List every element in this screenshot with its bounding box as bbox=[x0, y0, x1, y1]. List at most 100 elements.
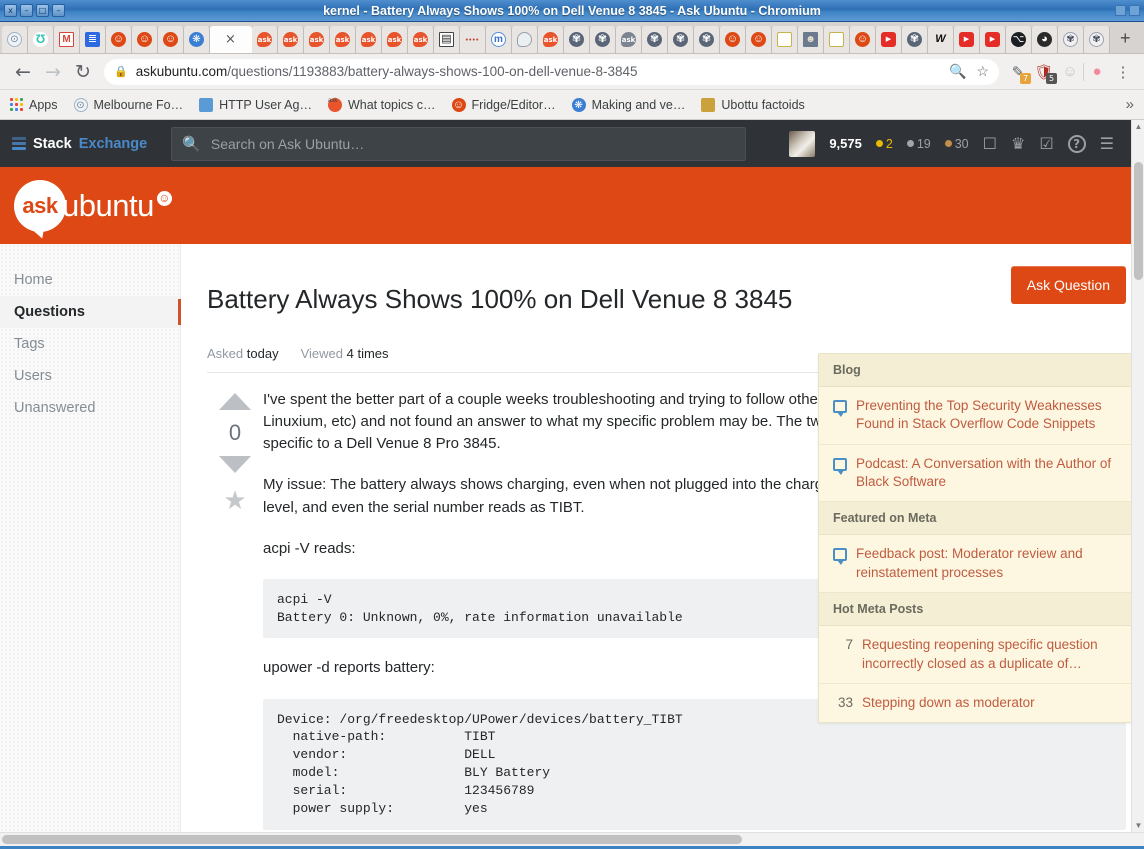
favorite-star-icon[interactable]: ★ bbox=[207, 487, 263, 513]
window-close-button[interactable]: x bbox=[4, 4, 17, 17]
site-switcher-icon[interactable]: ☰ bbox=[1100, 134, 1114, 153]
bulletin-featured-item-1[interactable]: Feedback post: Moderator review and rein… bbox=[819, 535, 1143, 594]
back-button[interactable]: ← bbox=[8, 61, 38, 83]
window-shade-button[interactable]: – bbox=[52, 4, 65, 17]
tab-gear-1[interactable] bbox=[564, 26, 590, 53]
tab-launchpad-2[interactable]: lp bbox=[824, 26, 850, 53]
scroll-down-arrow-icon[interactable]: ▼ bbox=[1132, 819, 1144, 832]
window-maximize-button[interactable]: □ bbox=[36, 4, 49, 17]
page-title[interactable]: Battery Always Shows 100% on Dell Venue … bbox=[207, 283, 1011, 316]
extension-highlighter-button[interactable]: ✎ 7 bbox=[1005, 63, 1031, 84]
tab-youtube-2[interactable] bbox=[954, 26, 980, 53]
downvote-arrow-icon[interactable] bbox=[219, 456, 251, 474]
tab-ask-5[interactable]: ask bbox=[356, 26, 382, 53]
sidebar-item-home[interactable]: Home bbox=[0, 264, 180, 296]
bulletin-hot-item-2[interactable]: 33 Stepping down as moderator bbox=[819, 684, 1143, 722]
star-icon[interactable]: ☆ bbox=[976, 63, 989, 80]
extension-ublock-origin-button[interactable]: 🛡 5 bbox=[1031, 63, 1057, 84]
profile-avatar-icon[interactable]: ● bbox=[1084, 63, 1110, 80]
sidebar-item-tags[interactable]: Tags bbox=[0, 328, 180, 360]
bookmark-melbourne-forum[interactable]: Melbourne Fo… bbox=[73, 97, 183, 112]
pinned-tab-ubuntu-3[interactable] bbox=[158, 26, 184, 53]
tab-gear-3[interactable] bbox=[642, 26, 668, 53]
tab-gear-7[interactable] bbox=[1058, 26, 1084, 53]
reload-button[interactable]: ↻ bbox=[68, 61, 98, 83]
tab-ask-3[interactable]: ask bbox=[304, 26, 330, 53]
gold-badge[interactable]: 2 bbox=[875, 137, 893, 151]
tab-gear-8[interactable] bbox=[1084, 26, 1110, 53]
close-icon[interactable]: × bbox=[225, 32, 236, 47]
sidebar-item-unanswered[interactable]: Unanswered bbox=[0, 392, 180, 424]
ask-question-button[interactable]: Ask Question bbox=[1010, 266, 1126, 304]
tab-dots[interactable] bbox=[460, 26, 486, 53]
zoom-in-icon[interactable]: 🔍 bbox=[949, 63, 966, 80]
sidebar-item-users[interactable]: Users bbox=[0, 360, 180, 392]
bronze-badge[interactable]: 30 bbox=[944, 137, 969, 151]
pinned-tab-ubuntu-2[interactable] bbox=[132, 26, 158, 53]
tab-ask-4[interactable]: ask bbox=[330, 26, 356, 53]
forward-button[interactable]: → bbox=[38, 61, 68, 83]
tab-globe[interactable] bbox=[1032, 26, 1058, 53]
search-input[interactable]: 🔍 Search on Ask Ubuntu… bbox=[171, 126, 747, 161]
tab-ubuntu-4[interactable] bbox=[720, 26, 746, 53]
bookmark-apps[interactable]: Apps bbox=[10, 98, 58, 112]
silver-badge[interactable]: 19 bbox=[906, 137, 931, 151]
bookmark-what-topics[interactable]: ask What topics c… bbox=[327, 97, 436, 112]
tab-ask-6[interactable]: ask bbox=[382, 26, 408, 53]
tab-ask-2[interactable]: ask bbox=[278, 26, 304, 53]
tab-gear-5[interactable] bbox=[694, 26, 720, 53]
window-minimize-button[interactable]: – bbox=[20, 4, 33, 17]
horizontal-scrollbar-thumb[interactable] bbox=[2, 835, 742, 844]
stack-exchange-logo[interactable]: Stack Exchange bbox=[12, 136, 147, 152]
pinned-tab-ubuntu-1[interactable] bbox=[106, 26, 132, 53]
inbox-icon[interactable]: ☐ bbox=[983, 134, 997, 153]
tab-w[interactable] bbox=[928, 26, 954, 53]
review-icon[interactable]: ☑ bbox=[1039, 134, 1053, 153]
tab-chat[interactable] bbox=[512, 26, 538, 53]
browser-tab-strip[interactable]: × ask ask ask ask ask ask ask ask ask lp… bbox=[0, 22, 1144, 54]
reputation-count[interactable]: 9,575 bbox=[829, 136, 862, 151]
active-tab-askubuntu[interactable]: × bbox=[210, 26, 252, 53]
tab-ubuntu-6[interactable] bbox=[850, 26, 876, 53]
tab-gear-4[interactable] bbox=[668, 26, 694, 53]
tab-mastodon[interactable] bbox=[486, 26, 512, 53]
tab-ask-8[interactable]: ask bbox=[538, 26, 564, 53]
tab-ask-7[interactable]: ask bbox=[408, 26, 434, 53]
tab-document[interactable] bbox=[434, 26, 460, 53]
tab-youtube-3[interactable] bbox=[980, 26, 1006, 53]
tab-gear-2[interactable] bbox=[590, 26, 616, 53]
vertical-scrollbar[interactable]: ▲ ▼ bbox=[1131, 120, 1144, 832]
horizontal-scrollbar[interactable] bbox=[0, 832, 1144, 846]
tab-launchpad-1[interactable]: lp bbox=[772, 26, 798, 53]
extension-profile-button[interactable]: ☺ bbox=[1057, 63, 1083, 80]
pinned-tab-firefox[interactable] bbox=[184, 26, 210, 53]
bookmark-making-and-verifying[interactable]: Making and ve… bbox=[571, 97, 685, 112]
bookmark-ubottu-factoids[interactable]: Ubottu factoids bbox=[701, 97, 805, 112]
pinned-tab-disc[interactable] bbox=[2, 26, 28, 53]
pinned-tab-gmail[interactable] bbox=[54, 26, 80, 53]
bookmarks-overflow-button[interactable]: » bbox=[1126, 96, 1134, 113]
tab-ask-gray[interactable]: ask bbox=[616, 26, 642, 53]
address-bar[interactable]: 🔒 askubuntu.com /questions/1193883/batte… bbox=[104, 58, 999, 85]
pinned-tab-teal[interactable] bbox=[28, 26, 54, 53]
tab-gear-6[interactable] bbox=[902, 26, 928, 53]
new-tab-button[interactable]: + bbox=[1110, 28, 1141, 49]
bulletin-blog-item-2[interactable]: Podcast: A Conversation with the Author … bbox=[819, 445, 1143, 503]
help-icon[interactable]: ? bbox=[1067, 134, 1086, 153]
achievements-trophy-icon[interactable]: ♛ bbox=[1011, 134, 1025, 153]
avatar[interactable] bbox=[789, 130, 816, 157]
upvote-arrow-icon[interactable] bbox=[219, 393, 251, 411]
bulletin-blog-item-1[interactable]: Preventing the Top Security Weaknesses F… bbox=[819, 387, 1143, 445]
bookmark-fridge-editor[interactable]: Fridge/Editor… bbox=[451, 97, 556, 112]
vertical-scrollbar-thumb[interactable] bbox=[1134, 162, 1143, 280]
tab-youtube-1[interactable] bbox=[876, 26, 902, 53]
three-dot-menu-icon[interactable]: ⋮ bbox=[1110, 63, 1136, 81]
pinned-tab-notes[interactable] bbox=[80, 26, 106, 53]
tab-github[interactable] bbox=[1006, 26, 1032, 53]
sidebar-item-questions[interactable]: Questions bbox=[0, 296, 181, 328]
tab-photo[interactable] bbox=[798, 26, 824, 53]
tab-ubuntu-5[interactable] bbox=[746, 26, 772, 53]
bookmark-http-user-agent[interactable]: HTTP User Ag… bbox=[199, 97, 312, 112]
askubuntu-logo[interactable]: ask ubuntu ☺ bbox=[14, 179, 172, 232]
bulletin-hot-item-1[interactable]: 7 Requesting reopening specific question… bbox=[819, 626, 1143, 684]
